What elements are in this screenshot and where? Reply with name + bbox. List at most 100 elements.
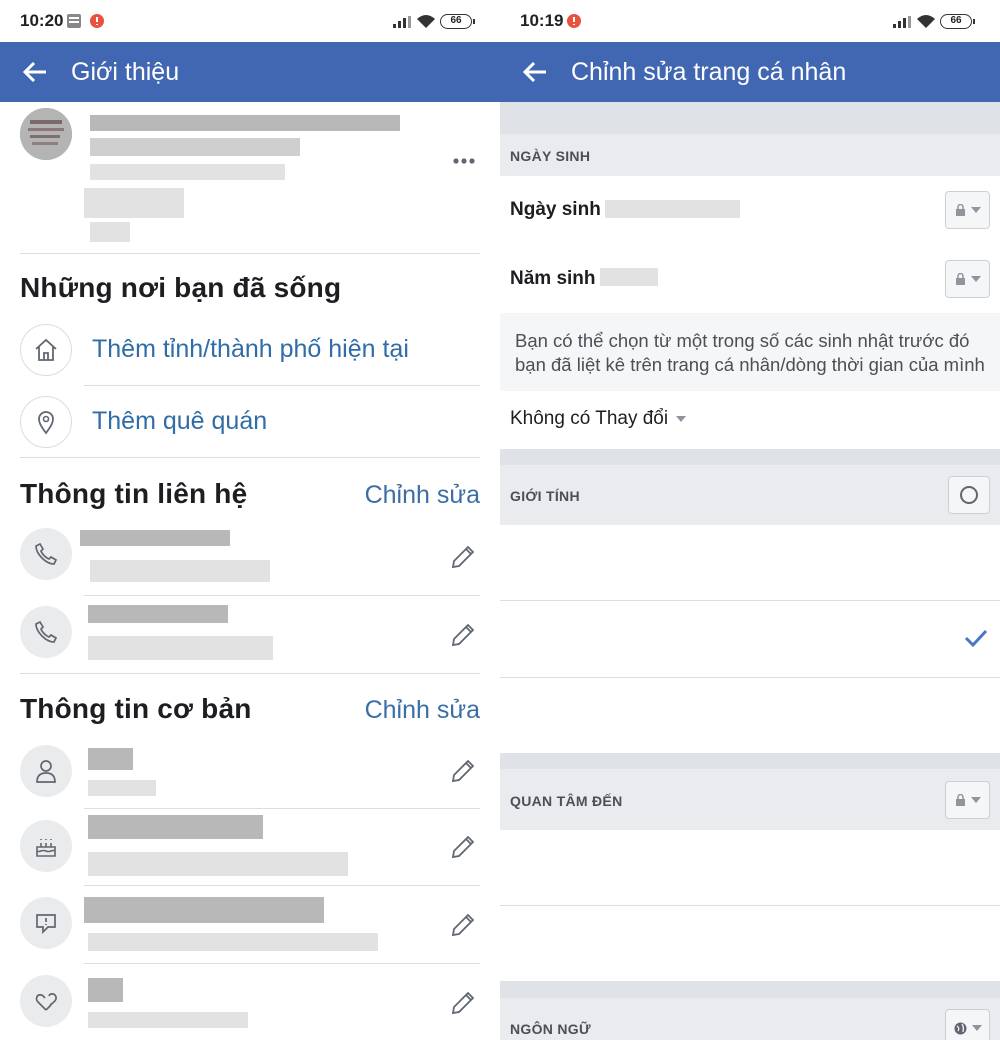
divider xyxy=(84,808,480,809)
birthday-change-value: Không có Thay đổi xyxy=(510,408,669,429)
post-text-blurred xyxy=(90,115,400,131)
battery-indicator: 66 xyxy=(440,14,475,29)
caret-down-icon xyxy=(970,797,981,803)
divider xyxy=(500,677,1000,678)
birthday-cake-icon xyxy=(20,820,72,872)
signal-icon xyxy=(393,15,411,33)
edit-pencil-icon[interactable] xyxy=(448,832,478,862)
gender-privacy-selector[interactable] xyxy=(948,476,990,514)
section-spacer xyxy=(500,753,1000,769)
interested-label-blurred xyxy=(88,1012,248,1028)
interested-in-hearts-icon xyxy=(20,975,72,1027)
edit-pencil-icon[interactable] xyxy=(448,988,478,1018)
gender-section-label: GIỚI TÍNH xyxy=(510,488,580,504)
gender-value-blurred xyxy=(88,748,133,770)
home-icon xyxy=(20,324,72,376)
about-screen: 10:20 66 Giới thiệu Những nơi bạn đã sốn… xyxy=(0,0,500,1040)
birthday-change-dropdown[interactable]: Không có Thay đổi xyxy=(510,408,687,430)
phone-icon xyxy=(20,528,72,580)
contact-edit-link[interactable]: Chỉnh sửa xyxy=(365,481,480,510)
birthday-section-label: NGÀY SINH xyxy=(510,148,591,164)
birthday-label-blurred xyxy=(88,852,348,876)
basic-edit-link[interactable]: Chỉnh sửa xyxy=(365,696,480,725)
divider xyxy=(20,673,480,674)
caret-down-icon xyxy=(970,276,981,282)
edit-pencil-icon[interactable] xyxy=(448,542,478,572)
divider xyxy=(84,385,480,386)
battery-indicator: 66 xyxy=(940,14,975,29)
edit-pencil-icon[interactable] xyxy=(448,756,478,786)
phone-type-blurred xyxy=(88,636,273,660)
divider xyxy=(84,885,480,886)
back-arrow-icon[interactable] xyxy=(522,60,548,84)
lock-icon xyxy=(955,273,965,285)
interested-privacy-selector[interactable] xyxy=(945,781,990,819)
divider xyxy=(20,457,480,458)
edit-profile-screen: 10:19 66 Chỉnh sửa trang cá nhân NGÀY SI… xyxy=(500,0,1000,1040)
interested-section-label: QUAN TÂM ĐẾN xyxy=(510,793,623,809)
caret-down-icon xyxy=(970,207,981,213)
phone-type-blurred xyxy=(90,560,270,582)
phone-icon xyxy=(20,606,72,658)
edit-pencil-icon[interactable] xyxy=(448,910,478,940)
page-title: Chỉnh sửa trang cá nhân xyxy=(571,58,847,86)
contact-info-title: Thông tin liên hệ xyxy=(20,478,248,509)
signal-icon xyxy=(893,15,911,33)
location-pin-icon xyxy=(20,396,72,448)
app-notification-icon xyxy=(89,13,105,34)
edit-pencil-icon[interactable] xyxy=(448,620,478,650)
app-header: Giới thiệu xyxy=(0,42,500,102)
selected-checkmark-icon xyxy=(964,629,988,648)
birthday-note-text: Bạn có thể chọn từ một trong số các sinh… xyxy=(515,330,985,375)
status-time: 10:20 xyxy=(20,11,64,30)
birth-year-label: Năm sinh xyxy=(510,268,596,289)
status-time: 10:19 xyxy=(520,11,564,30)
caret-down-icon xyxy=(971,1025,982,1031)
birth-year-privacy-selector[interactable] xyxy=(945,260,990,298)
birth-day-value-blurred[interactable] xyxy=(605,200,740,218)
add-hometown-link[interactable]: Thêm quê quán xyxy=(92,407,267,436)
status-bar: 10:20 66 xyxy=(0,0,500,42)
language-privacy-selector[interactable] xyxy=(945,1009,990,1040)
birth-year-value-blurred[interactable] xyxy=(600,268,658,286)
more-options-icon[interactable] xyxy=(453,157,475,165)
post-text-blurred xyxy=(90,138,300,156)
phone-number-blurred xyxy=(88,605,228,623)
divider xyxy=(500,600,1000,601)
lock-icon xyxy=(955,204,965,216)
language-speech-icon xyxy=(20,897,72,949)
language-value-blurred xyxy=(84,897,324,923)
divider xyxy=(84,595,480,596)
section-spacer xyxy=(500,449,1000,465)
section-spacer xyxy=(500,102,1000,134)
status-bar: 10:19 66 xyxy=(500,0,1000,42)
back-arrow-icon[interactable] xyxy=(22,60,48,84)
app-notification-icon xyxy=(566,13,582,34)
circle-icon xyxy=(960,486,978,504)
language-label-blurred xyxy=(88,933,378,951)
phone-number-blurred xyxy=(80,530,230,546)
birth-day-label: Ngày sinh xyxy=(510,199,601,220)
post-text-blurred xyxy=(90,164,285,180)
divider xyxy=(20,253,480,254)
birthday-value-blurred xyxy=(88,815,263,839)
wifi-icon xyxy=(916,14,936,34)
page-title: Giới thiệu xyxy=(71,58,180,86)
lock-icon xyxy=(955,794,965,806)
gender-label-blurred xyxy=(88,780,156,796)
wifi-icon xyxy=(416,14,436,34)
caret-down-icon xyxy=(676,415,687,422)
add-current-city-link[interactable]: Thêm tỉnh/thành phố hiện tại xyxy=(92,335,409,364)
divider xyxy=(84,963,480,964)
avatar[interactable] xyxy=(20,108,72,160)
places-lived-title: Những nơi bạn đã sống xyxy=(20,272,342,303)
post-text-blurred xyxy=(84,188,184,218)
interested-value-blurred xyxy=(88,978,123,1002)
section-spacer xyxy=(500,981,1000,998)
divider xyxy=(500,905,1000,906)
birth-day-privacy-selector[interactable] xyxy=(945,191,990,229)
globe-icon xyxy=(954,1022,966,1034)
app-header: Chỉnh sửa trang cá nhân xyxy=(500,42,1000,102)
language-section-label: NGÔN NGỮ xyxy=(510,1021,591,1037)
basic-info-title: Thông tin cơ bản xyxy=(20,693,252,724)
